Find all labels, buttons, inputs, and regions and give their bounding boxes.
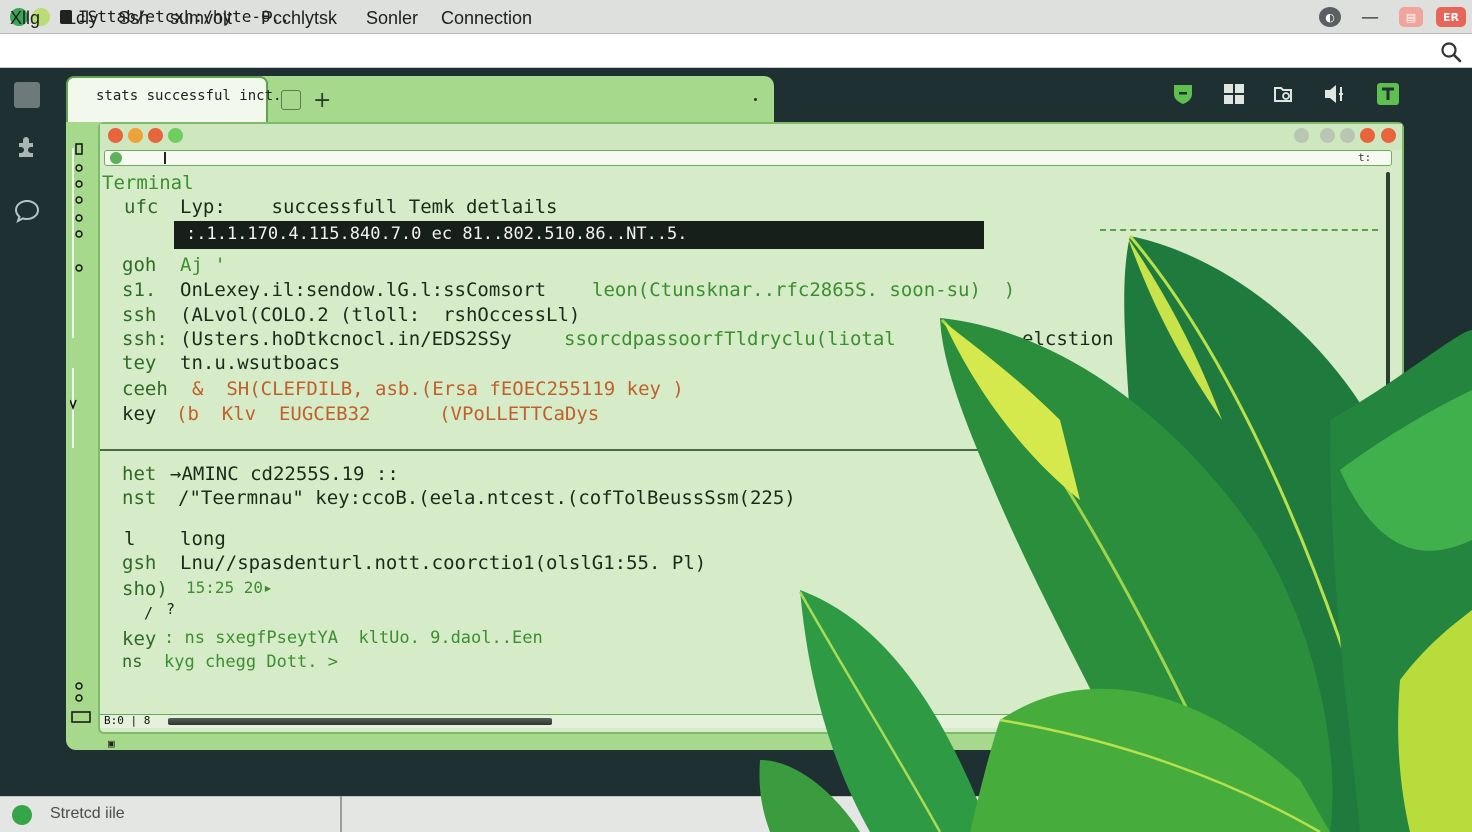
address-input[interactable] [104, 150, 1392, 166]
line-key: key [122, 403, 157, 425]
line-value: : ns sxegfPseytYA kltUo. 9.daol..Een [164, 628, 543, 648]
line-key: ssh [122, 304, 157, 326]
terminal-right-dot-2[interactable] [1320, 128, 1335, 143]
line-key: ns [122, 652, 143, 672]
line-value-tail: leon(Ctunsknar..rfc2865S. soon-su) ) [592, 279, 1016, 301]
terminal-right-dot-4[interactable] [1360, 128, 1375, 143]
tab-grid-icon[interactable] [281, 90, 301, 110]
strip-label: B:0 | 8 [104, 714, 151, 727]
status-bar [0, 796, 1472, 832]
line-value: (Usters.hoDtkcnocl.in/EDS2SSy [180, 328, 512, 350]
line-value: (b Klv EUGCEB32 (VPoLLETTCaDys [176, 403, 600, 425]
dashed-separator [1100, 229, 1378, 231]
new-tab-button[interactable]: + [313, 88, 331, 113]
line-key: ceeh [122, 378, 168, 400]
line-key: het [122, 463, 157, 485]
menu-item-2[interactable]: Lcly [66, 8, 98, 29]
line-key: nst [122, 487, 157, 509]
line-value: (ALvol(COLO.2 (tloll: rshOccessLl) [180, 304, 581, 326]
terminal-dot-3[interactable] [148, 128, 163, 143]
close-button[interactable]: ER [1436, 7, 1466, 27]
line-value: long [180, 528, 226, 550]
maximize-button[interactable]: ▤ [1399, 7, 1423, 27]
menu-item-ssh[interactable]: Ssh [118, 8, 149, 29]
connection-status-icon [110, 152, 122, 164]
terminal-heading: Terminal [102, 172, 194, 194]
square-icon[interactable] [14, 82, 40, 108]
line-key: key [122, 628, 157, 650]
terminal-header [100, 124, 1402, 150]
terminal-right-dot-5[interactable] [1381, 128, 1396, 143]
menu-item-connection[interactable]: Connection [441, 8, 532, 29]
minimize-button[interactable]: — [1359, 7, 1381, 28]
terminal-right-dot-1[interactable] [1294, 128, 1309, 143]
line-key: l [124, 528, 136, 550]
line-value: ? [166, 600, 176, 618]
window-menu-button[interactable]: ◐ [1319, 7, 1341, 27]
line-key: gsh [122, 552, 157, 574]
line-key: ssh: [122, 328, 168, 350]
menu-item-5[interactable]: Pcchlytsk [261, 8, 337, 29]
frame-corner-icon: ▣ [108, 737, 115, 750]
line-value-tail-right: elcstion [1022, 328, 1114, 350]
line-key: ufc [124, 196, 159, 218]
folder-sync-icon[interactable] [1272, 82, 1296, 106]
output-divider [100, 449, 1130, 451]
line-key: / [144, 604, 154, 622]
check-status-icon [12, 805, 32, 825]
line-key: tey [122, 352, 157, 374]
speaker-icon[interactable] [1322, 82, 1346, 106]
search-icon[interactable] [1440, 41, 1462, 63]
vertical-scrollbar[interactable] [1386, 172, 1390, 386]
line-value-tail: ssorcdpassoorfTldryclu(liotal [564, 328, 896, 350]
puzzle-icon[interactable] [14, 134, 40, 160]
line-key: goh [122, 254, 157, 276]
line-value: OnLexey.il:sendow.lG.l:ssComsort [180, 279, 547, 301]
line-value: Aj ' [180, 254, 226, 276]
chat-bubble-icon[interactable] [14, 198, 40, 224]
horizontal-scrollbar[interactable] [168, 718, 552, 725]
line-value: →AMINC cd2255S.19 :: [170, 463, 399, 485]
address-end-text: t: [1358, 151, 1372, 164]
terminal-minimize-dot[interactable] [128, 128, 143, 143]
menu-item-1[interactable]: Xllg [10, 8, 40, 29]
restore-icon: ▤ [1405, 10, 1417, 24]
line-value: & SH(CLEFDILB, asb.(Ersa fEOEC255119 key… [192, 378, 684, 400]
line-key: s1. [122, 279, 157, 301]
circle-arrow-icon: ◐ [1325, 10, 1335, 24]
gutter-markers [70, 143, 91, 723]
terminal-right-dot-3[interactable] [1340, 128, 1355, 143]
menu-item-6[interactable]: Sonler [366, 8, 418, 29]
menu-item-4[interactable]: sumvolt [170, 8, 232, 29]
tab-active-label: stats successful inct. [96, 88, 282, 104]
status-divider [340, 796, 342, 832]
status-text: Stretcd iile [50, 805, 125, 822]
terminal-maximize-dot[interactable] [168, 128, 183, 143]
line-value: Lnu//spasdenturl.nott.coorctio1(olslG1:5… [180, 552, 707, 574]
terminal-close-dot[interactable] [108, 128, 123, 143]
menu-bar [0, 34, 1472, 68]
grid-icon[interactable] [1222, 82, 1246, 106]
text-caret [164, 152, 166, 164]
tab-dot [754, 98, 757, 101]
shield-icon[interactable] [1171, 82, 1195, 106]
highlighted-output-text: :.1.1.170.4.115.840.7.0 ec 81..802.510.8… [186, 224, 688, 244]
line-value: 15:25 20▸ [186, 578, 273, 597]
line-value: tn.u.wsutboacs [180, 352, 341, 374]
line-value: Lyp: successfull Temk detlails [180, 196, 558, 218]
line-key: sho) [122, 578, 168, 600]
line-value: kyg chegg Dott. > [164, 652, 338, 672]
line-value: /"Teermnau" key:ccoB.(eela.ntcest.(cofTo… [178, 487, 796, 509]
terminal-tab-icon[interactable] [1376, 82, 1400, 106]
